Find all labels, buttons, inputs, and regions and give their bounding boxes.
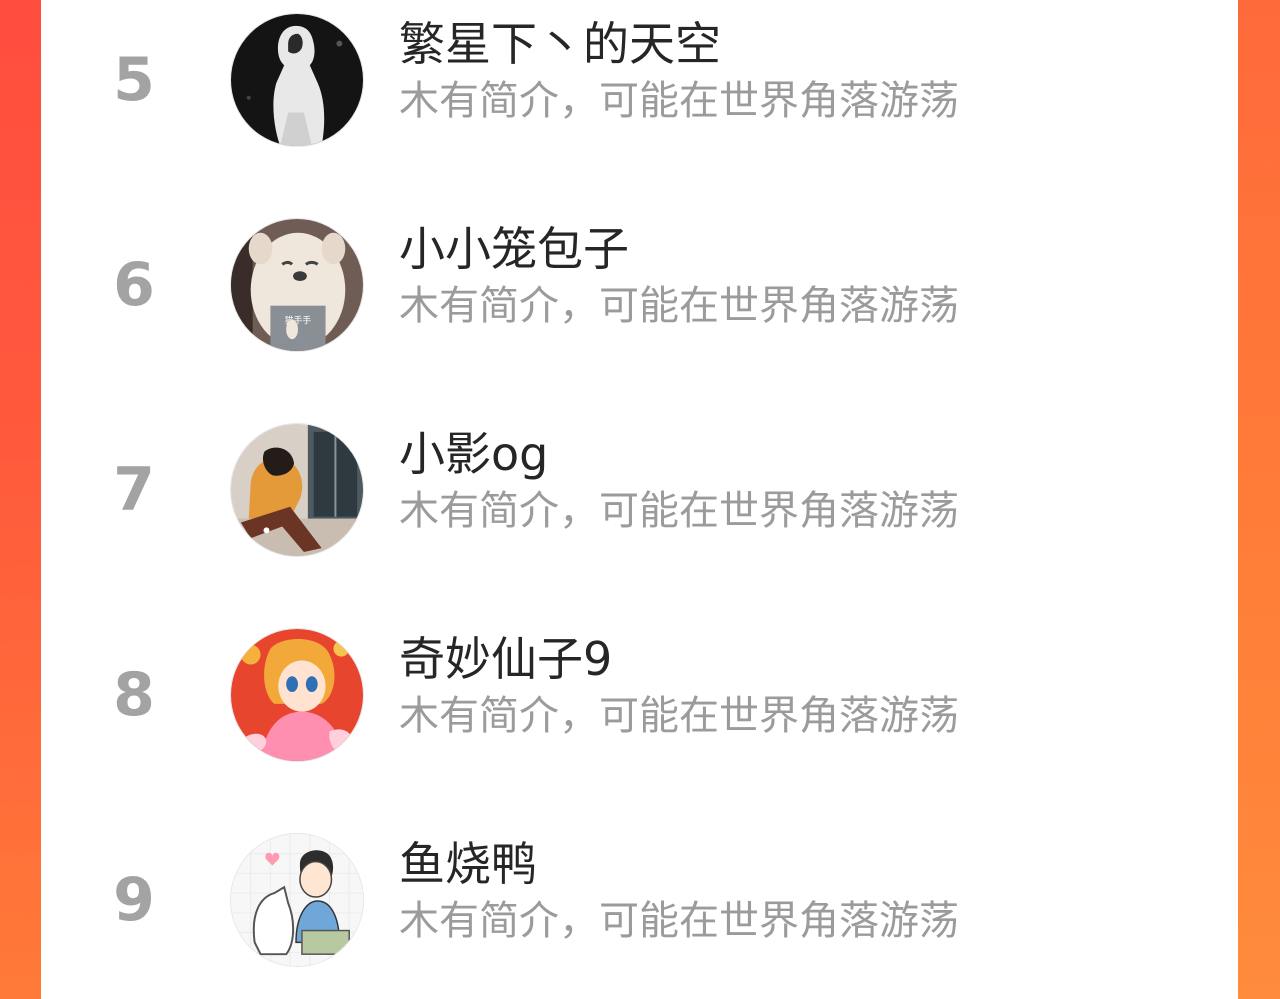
ranking-list-panel: 5 繁星下丶的天空 木有简介，可能在世界角落游荡 6 猫手手 小小笼包子 木有简… xyxy=(41,0,1238,999)
ranking-list-item[interactable]: 9 鱼烧鸭 木有简介，可能在世界角落游荡 xyxy=(41,820,1238,999)
user-bio: 木有简介，可能在世界角落游荡 xyxy=(399,693,959,739)
ranking-list-item[interactable]: 8 奇妙仙子9 木有简介，可能在世界角落游荡 xyxy=(41,615,1238,820)
ranking-list-item[interactable]: 7 小影og 木有简介，可能在世界角落游荡 xyxy=(41,410,1238,615)
user-bio: 木有简介，可能在世界角落游荡 xyxy=(399,283,959,329)
user-bio: 木有简介，可能在世界角落游荡 xyxy=(399,898,959,944)
user-name[interactable]: 小影og xyxy=(399,424,548,484)
user-name[interactable]: 小小笼包子 xyxy=(399,219,629,279)
rank-number: 5 xyxy=(113,45,155,115)
ranking-list-item[interactable]: 6 猫手手 小小笼包子 木有简介，可能在世界角落游荡 xyxy=(41,205,1238,410)
user-bio: 木有简介，可能在世界角落游荡 xyxy=(399,78,959,124)
sitting-girl-avatar-icon[interactable] xyxy=(230,423,364,557)
white-dog-avatar-icon[interactable]: 猫手手 xyxy=(230,218,364,352)
user-name[interactable]: 鱼烧鸭 xyxy=(399,834,537,894)
user-name[interactable]: 奇妙仙子9 xyxy=(399,629,612,689)
ranking-list-item[interactable]: 5 繁星下丶的天空 木有简介，可能在世界角落游荡 xyxy=(41,0,1238,205)
rank-number: 8 xyxy=(113,660,155,730)
cartoon-princess-avatar-icon[interactable] xyxy=(230,628,364,762)
right-accent-edge xyxy=(1238,0,1280,999)
hooded-figure-avatar-icon[interactable] xyxy=(230,13,364,147)
rank-number: 7 xyxy=(113,455,155,525)
rank-number: 9 xyxy=(113,865,155,935)
cartoon-boy-dog-avatar-icon[interactable] xyxy=(230,833,364,967)
rank-number: 6 xyxy=(113,250,155,320)
user-bio: 木有简介，可能在世界角落游荡 xyxy=(399,488,959,534)
user-name[interactable]: 繁星下丶的天空 xyxy=(399,14,721,74)
